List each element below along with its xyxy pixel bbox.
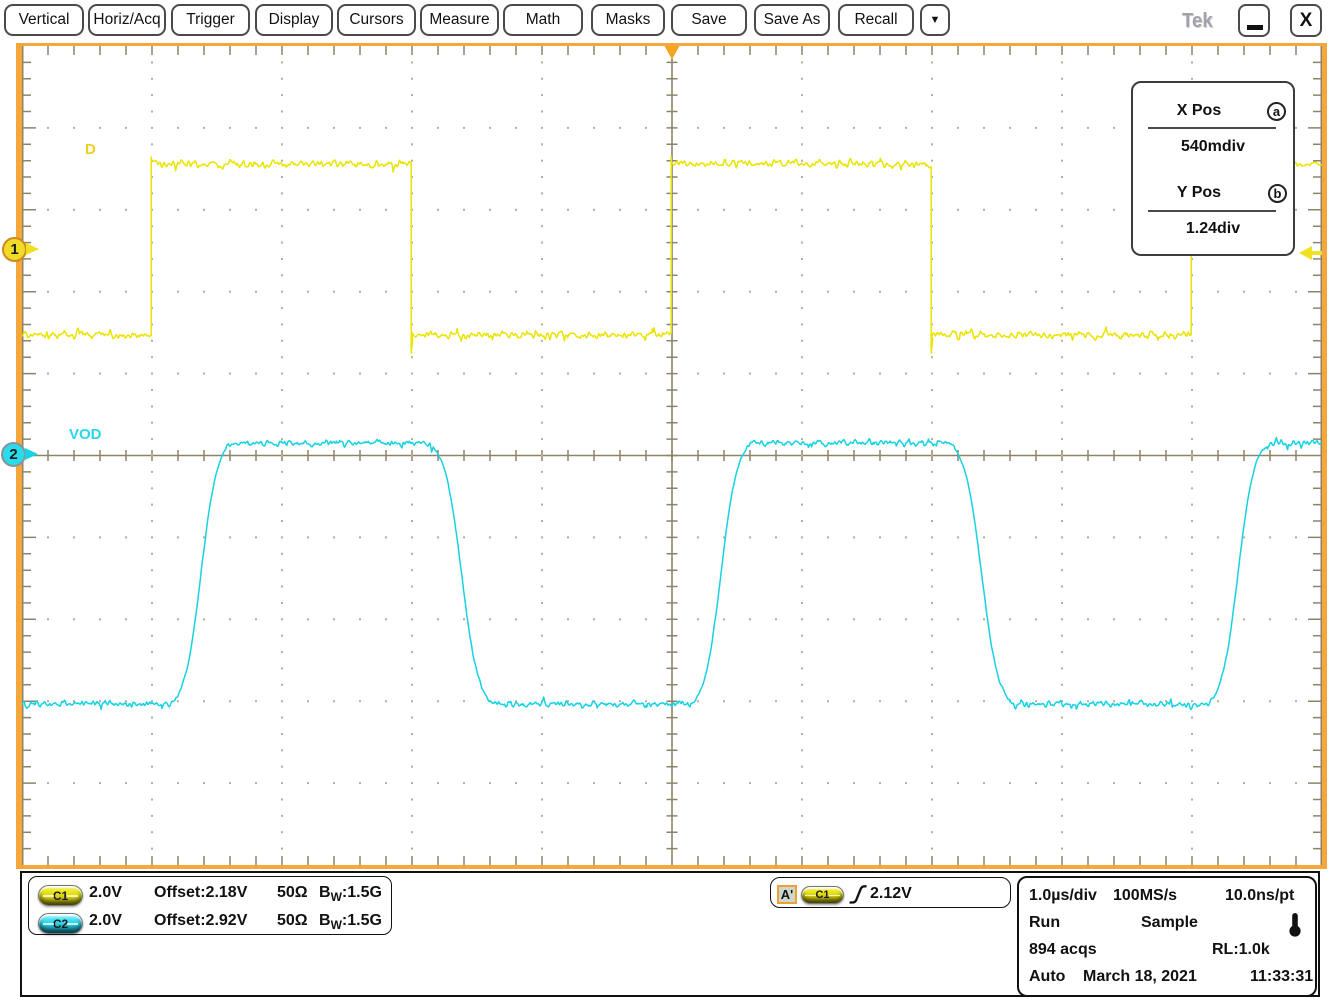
svg-text:D: D	[85, 141, 96, 158]
svg-text:VOD: VOD	[69, 426, 102, 443]
